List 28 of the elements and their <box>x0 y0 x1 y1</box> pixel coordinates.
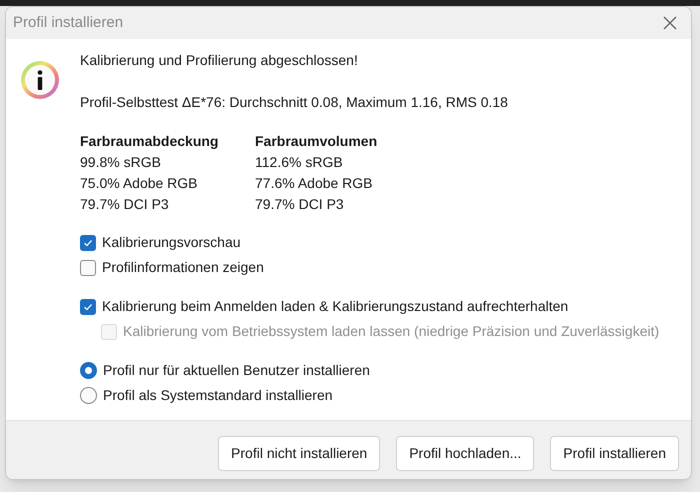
checkbox[interactable] <box>80 298 96 314</box>
column-heading: Farbraumabdeckung <box>80 132 220 151</box>
window-title: Profil installieren <box>13 12 124 33</box>
close-icon <box>663 16 677 30</box>
gamut-value: 112.6% sRGB <box>255 153 344 172</box>
column-heading: Farbraumvolumen <box>255 132 378 151</box>
checkbox[interactable] <box>80 234 96 250</box>
option-label[interactable]: Kalibrierungsvorschau <box>102 232 241 253</box>
gamut-value: 79.7% DCI P3 <box>255 195 345 214</box>
radio-button[interactable] <box>80 387 97 404</box>
self-test-result: Profil-Selbsttest ΔE*76: Durchschnitt 0.08, Maximum 1.16, RMS 0.18 <box>80 93 509 112</box>
radio-button[interactable] <box>80 362 97 379</box>
gamut-value: 79.7% DCI P3 <box>80 195 170 214</box>
check-icon <box>83 302 93 312</box>
dialog-button[interactable]: Profil installieren <box>550 436 679 471</box>
checkbox[interactable] <box>80 260 96 276</box>
option-label[interactable]: Profilinformationen zeigen <box>102 257 264 278</box>
option-label[interactable]: Profil nur für aktuellen Benutzer installieren <box>103 360 370 381</box>
gamut-value: 75.0% Adobe RGB <box>80 174 199 193</box>
info-icon <box>20 60 60 100</box>
option-label[interactable]: Profil als Systemstandard installieren <box>103 385 333 406</box>
option-label[interactable]: Kalibrierung beim Anmelden laden & Kalibrierungszustand aufrechterhalten <box>102 296 568 317</box>
gamut-value: 77.6% Adobe RGB <box>255 174 374 193</box>
dialog-button[interactable]: Profil hochladen... <box>396 436 534 471</box>
gamut-value: 99.8% sRGB <box>80 153 162 172</box>
check-icon <box>83 238 93 248</box>
dialog-button[interactable]: Profil nicht installieren <box>218 436 380 471</box>
heading-text: Kalibrierung und Profilierung abgeschlossen! <box>80 51 359 70</box>
